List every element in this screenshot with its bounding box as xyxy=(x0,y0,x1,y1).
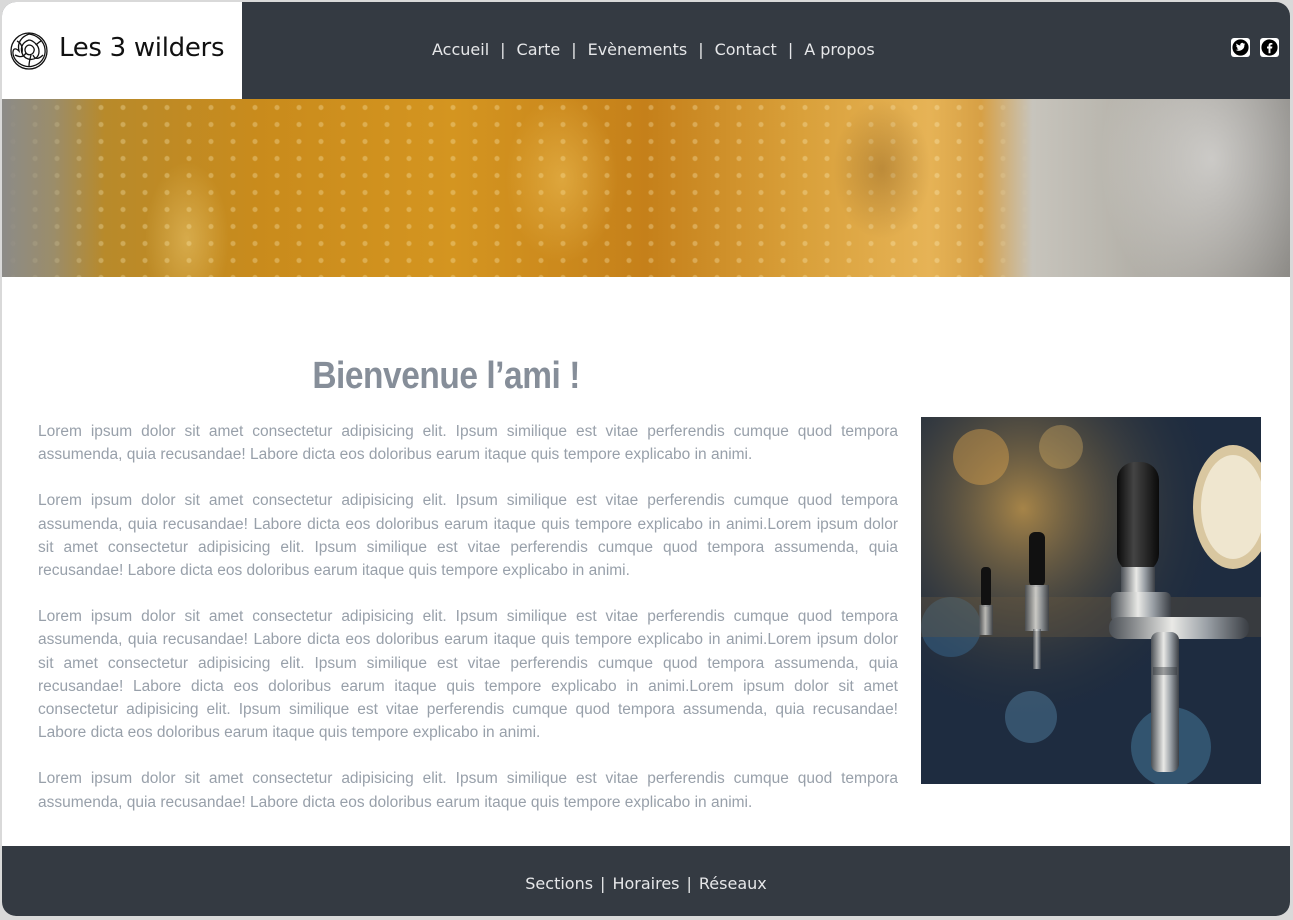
nav-accueil[interactable]: Accueil xyxy=(432,40,489,59)
banner-image xyxy=(2,99,1290,277)
site-header: Les 3 wilders Accueil | Carte | Evènemen… xyxy=(2,2,1290,99)
brand-name: Les 3 wilders xyxy=(59,33,225,63)
site-footer: Sections | Horaires | Réseaux xyxy=(2,846,1290,916)
footer-link-horaires[interactable]: Horaires xyxy=(612,874,679,893)
footer-link-reseaux[interactable]: Réseaux xyxy=(699,874,767,893)
content-paragraph: Lorem ipsum dolor sit amet consectetur a… xyxy=(38,423,898,464)
content-paragraph: Lorem ipsum dolor sit amet consectetur a… xyxy=(38,492,898,580)
nav-separator: | xyxy=(787,40,794,59)
nav-a-propos[interactable]: A propos xyxy=(804,40,874,59)
content-paragraph: Lorem ipsum dolor sit amet consectetur a… xyxy=(38,770,898,811)
logo[interactable]: Les 3 wilders xyxy=(2,2,242,99)
nav-carte[interactable]: Carte xyxy=(517,40,561,59)
flower-outline-icon xyxy=(10,32,48,70)
footer-nav: Sections | Horaires | Réseaux xyxy=(2,874,1290,893)
beer-taps-photo xyxy=(921,417,1261,784)
social-links xyxy=(1231,38,1279,57)
page-title: Bienvenue l’ami ! xyxy=(312,355,580,398)
footer-separator: | xyxy=(600,874,606,893)
main-nav: Accueil | Carte | Evènements | Contact |… xyxy=(432,40,875,59)
footer-link-sections[interactable]: Sections xyxy=(525,874,593,893)
page-frame: Les 3 wilders Accueil | Carte | Evènemen… xyxy=(2,2,1290,916)
footer-separator: | xyxy=(686,874,692,893)
nav-separator: | xyxy=(571,40,577,59)
nav-separator: | xyxy=(500,40,506,59)
nav-separator: | xyxy=(698,40,704,59)
main-content: Lorem ipsum dolor sit amet consectetur a… xyxy=(38,420,898,837)
content-paragraph: Lorem ipsum dolor sit amet consectetur a… xyxy=(38,608,898,742)
facebook-icon[interactable] xyxy=(1260,38,1279,57)
twitter-icon[interactable] xyxy=(1231,38,1250,57)
nav-contact[interactable]: Contact xyxy=(715,40,777,59)
nav-evenements[interactable]: Evènements xyxy=(588,40,688,59)
